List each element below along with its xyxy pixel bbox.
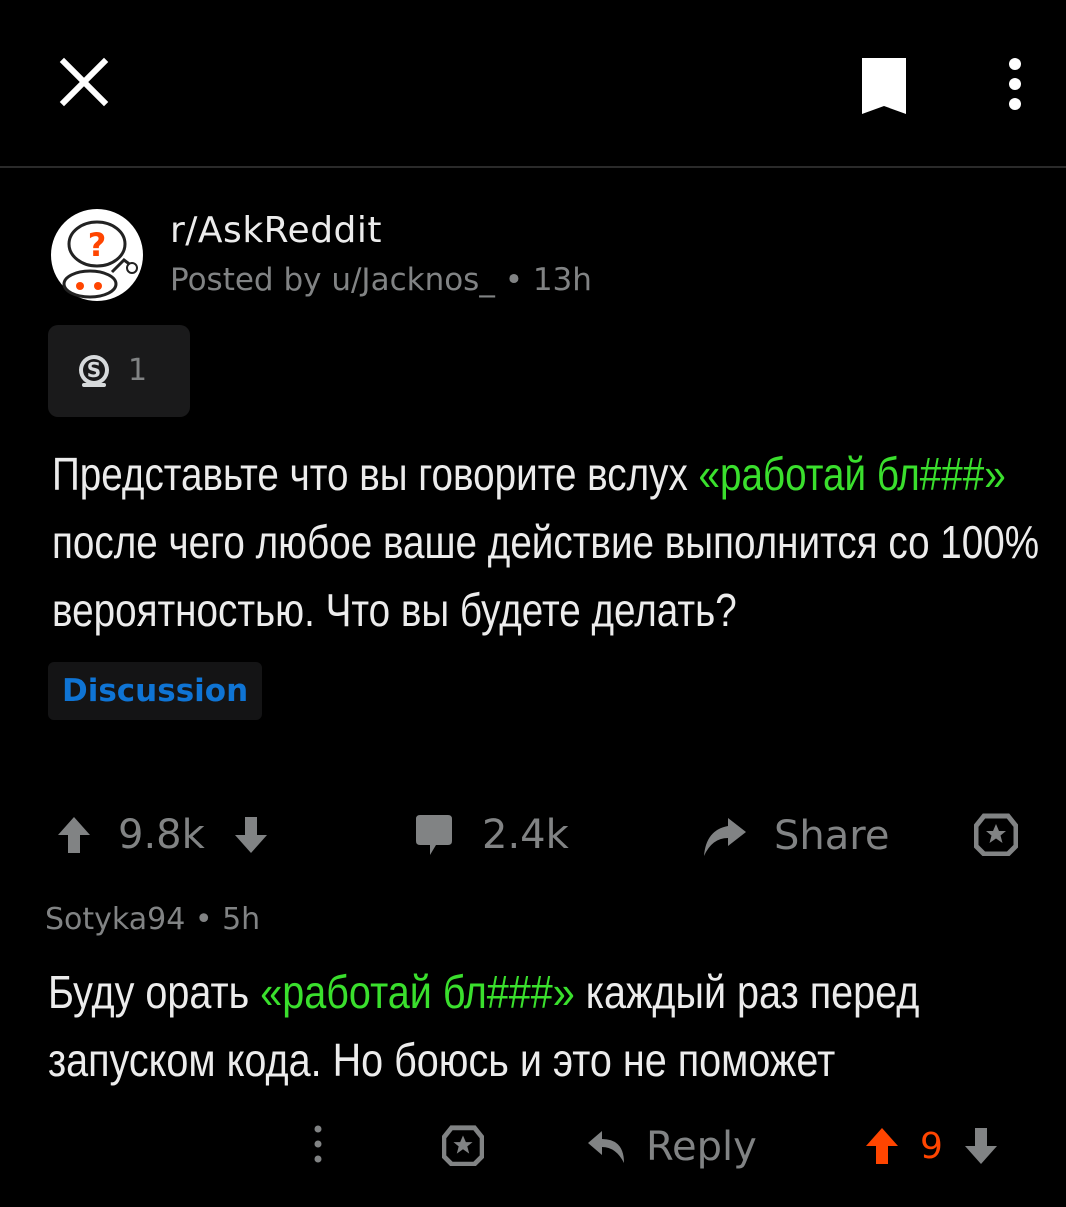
give-award-icon bbox=[442, 1125, 484, 1166]
comment-more-button[interactable] bbox=[310, 1124, 326, 1164]
post-actions: 9.8k 2.4k Share bbox=[0, 800, 1066, 890]
comment-vote-group: 9 bbox=[862, 1124, 1001, 1168]
comment-highlight: «работай бл###» bbox=[260, 966, 575, 1018]
more-vertical-icon bbox=[314, 1125, 322, 1163]
subreddit-name[interactable]: r/AskReddit bbox=[170, 210, 382, 251]
comments-button[interactable]: 2.4k bbox=[412, 812, 569, 858]
comment-count: 2.4k bbox=[482, 812, 569, 858]
close-icon bbox=[59, 57, 109, 107]
upvote-count: 9.8k bbox=[118, 812, 205, 858]
more-options-button[interactable] bbox=[1000, 56, 1030, 112]
post-meta: Posted by u/Jacknos_ • 13h bbox=[170, 262, 592, 298]
share-label: Share bbox=[774, 813, 890, 859]
share-button[interactable]: Share bbox=[700, 812, 889, 860]
more-vertical-icon bbox=[1009, 58, 1021, 110]
share-icon bbox=[704, 818, 746, 856]
awards-badge[interactable]: S 1 bbox=[48, 325, 190, 417]
bookmark-button[interactable] bbox=[858, 56, 910, 116]
downvote-icon[interactable] bbox=[231, 813, 271, 857]
comment-award-button[interactable] bbox=[442, 1124, 484, 1166]
comment-icon bbox=[416, 815, 452, 855]
award-button[interactable] bbox=[974, 812, 1018, 856]
top-bar bbox=[0, 0, 1066, 168]
subreddit-avatar[interactable]: ? bbox=[50, 208, 144, 302]
upvote-icon[interactable] bbox=[54, 813, 94, 857]
comment-text: Буду орать bbox=[48, 966, 261, 1018]
award-icon: S bbox=[79, 355, 109, 387]
comment-score: 9 bbox=[920, 1125, 943, 1167]
bookmark-icon bbox=[862, 58, 906, 114]
vote-group: 9.8k bbox=[54, 812, 271, 858]
post-title[interactable]: Представьте что вы говорите вслух «работ… bbox=[52, 440, 1060, 644]
comment-actions: Reply 9 bbox=[0, 1110, 1066, 1190]
award-count: 1 bbox=[128, 353, 148, 388]
svg-text:?: ? bbox=[88, 226, 107, 264]
comment-body: Буду орать «работай бл###» каждый раз пе… bbox=[48, 958, 1037, 1094]
downvote-icon[interactable] bbox=[961, 1124, 1001, 1168]
reply-label: Reply bbox=[646, 1124, 757, 1170]
post-title-highlight: «работай бл###» bbox=[698, 448, 1006, 500]
upvote-icon[interactable] bbox=[862, 1124, 902, 1168]
reply-icon bbox=[588, 1131, 624, 1163]
post-title-text-cont: после чего любое ваше действие выполнитс… bbox=[52, 516, 1040, 636]
give-award-icon bbox=[974, 813, 1018, 856]
close-button[interactable] bbox=[58, 56, 110, 108]
post-flair[interactable]: Discussion bbox=[48, 662, 263, 720]
svg-text:S: S bbox=[87, 358, 101, 382]
post-title-text: Представьте что вы говорите вслух bbox=[52, 448, 699, 500]
comment-meta[interactable]: Sotyka94 • 5h bbox=[45, 902, 260, 937]
reply-button[interactable]: Reply bbox=[586, 1124, 757, 1170]
